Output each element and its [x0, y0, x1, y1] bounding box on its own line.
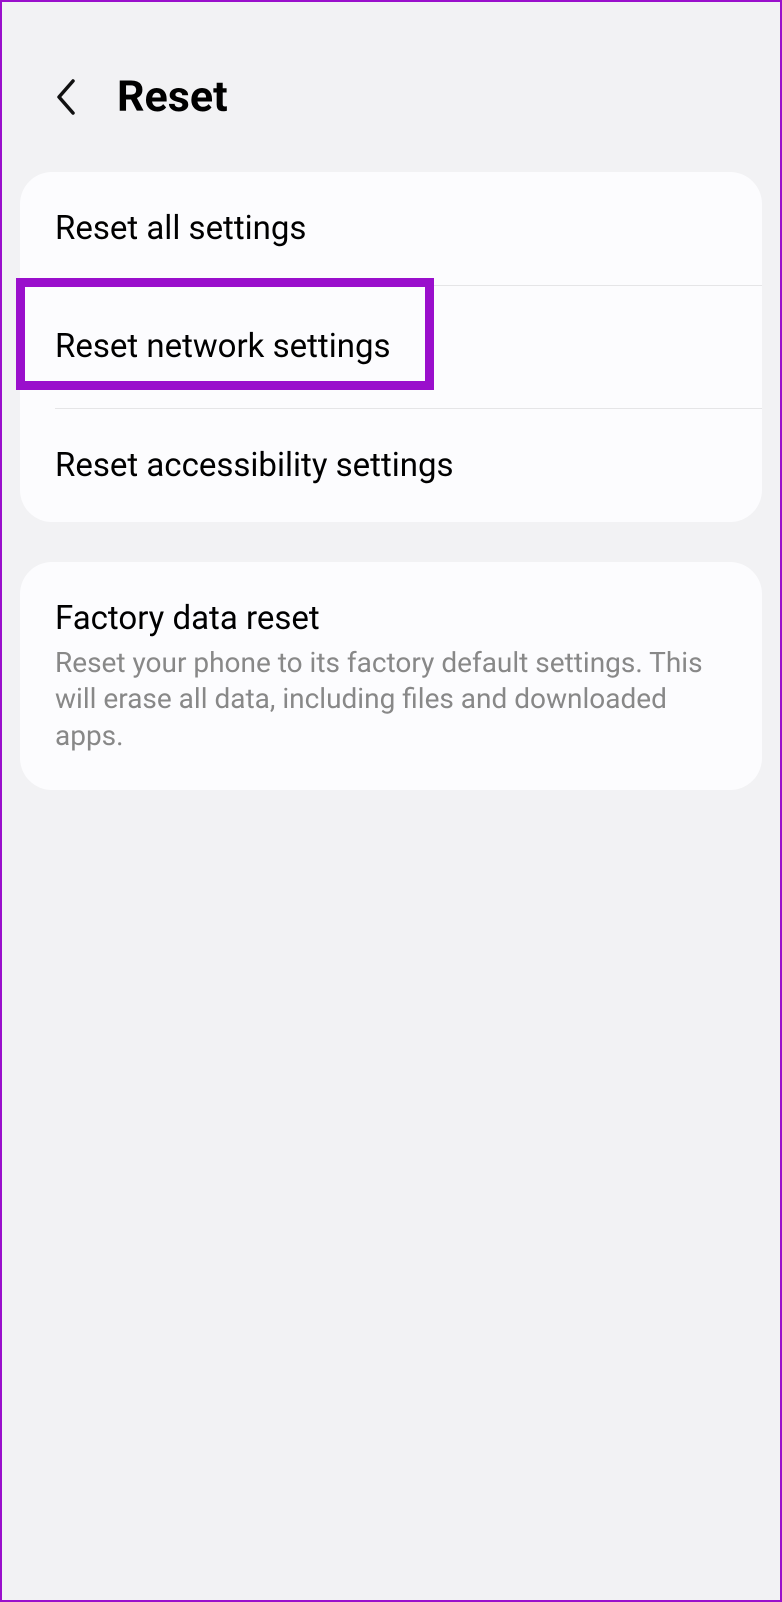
item-title: Reset all settings — [55, 208, 727, 249]
page-title: Reset — [117, 72, 228, 122]
header: Reset — [2, 2, 780, 172]
item-title: Reset network settings — [55, 326, 727, 367]
reset-all-settings-item[interactable]: Reset all settings — [20, 172, 762, 285]
back-icon[interactable] — [47, 77, 87, 117]
factory-data-reset-item[interactable]: Factory data reset Reset your phone to i… — [20, 562, 762, 790]
factory-reset-card: Factory data reset Reset your phone to i… — [20, 562, 762, 790]
item-title: Reset accessibility settings — [55, 445, 727, 486]
item-title: Factory data reset — [55, 598, 727, 639]
reset-options-card: Reset all settings Reset network setting… — [20, 172, 762, 522]
reset-accessibility-settings-item[interactable]: Reset accessibility settings — [20, 409, 762, 522]
reset-network-settings-item[interactable]: Reset network settings — [20, 286, 762, 407]
item-subtitle: Reset your phone to its factory default … — [55, 645, 727, 754]
